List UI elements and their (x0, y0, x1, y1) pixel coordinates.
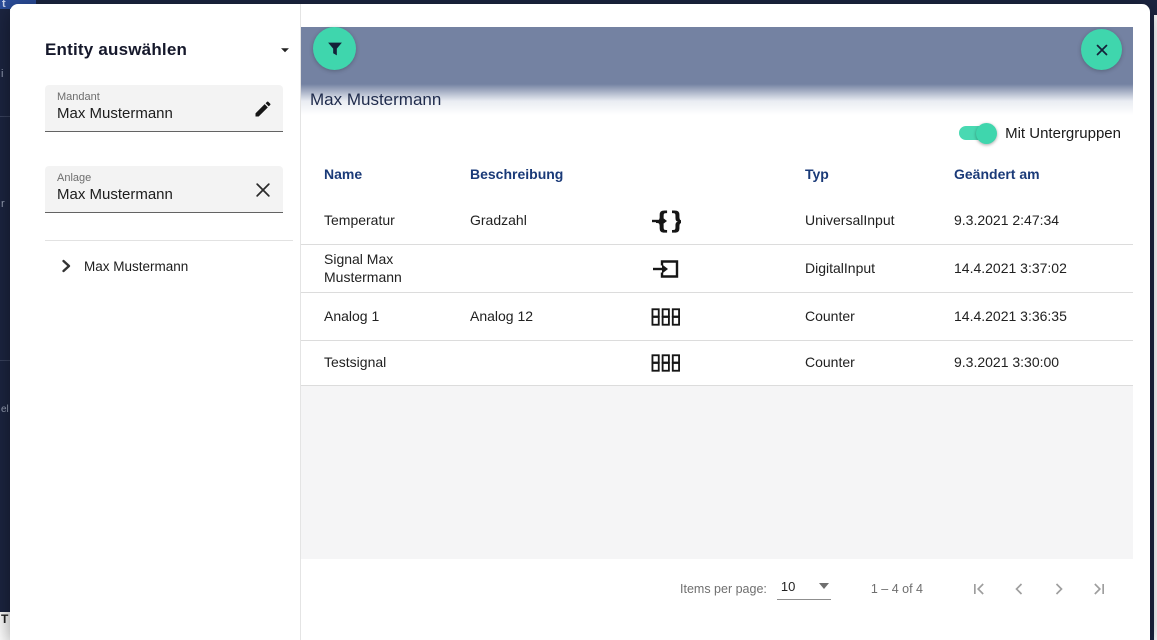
untergruppen-toggle-label: Mit Untergruppen (1005, 124, 1121, 142)
range-label: 1 – 4 of 4 (870, 582, 923, 596)
cell-name: Testsignal (324, 354, 387, 371)
backdrop-left-strip: i r el (0, 0, 10, 612)
cell-typ: Counter (805, 307, 855, 324)
close-icon (1096, 44, 1107, 55)
filter-button[interactable] (313, 27, 356, 70)
chevron-right-icon[interactable] (58, 258, 74, 274)
cell-name: Signal Max Mustermann (324, 251, 402, 285)
table-row[interactable]: Signal Max Mustermann DigitalInput 14.4.… (301, 245, 1133, 293)
cell-description: Gradzahl (470, 211, 527, 228)
column-header-geaendert-am: Geändert am (954, 166, 1040, 182)
cell-typ: Counter (805, 354, 855, 371)
cell-changed: 14.4.2021 3:36:35 (954, 307, 1067, 324)
collapse-caret-icon[interactable] (278, 43, 292, 57)
next-page-button[interactable] (1047, 577, 1071, 601)
column-header-typ: Typ (805, 166, 829, 182)
tree-item-max-mustermann[interactable]: Max Mustermann (58, 252, 288, 280)
first-page-icon (974, 583, 984, 595)
backdrop-divider (0, 360, 10, 361)
cell-changed: 14.4.2021 3:37:02 (954, 259, 1067, 276)
last-page-icon (1094, 583, 1104, 595)
counter-icon (651, 307, 680, 326)
subgroups-toggle-row: Mit Untergruppen (301, 115, 1133, 151)
cell-typ: DigitalInput (805, 259, 876, 276)
column-header-beschreibung: Beschreibung (470, 166, 564, 182)
mandant-field-label: Mandant (57, 91, 100, 103)
clear-icon[interactable] (253, 180, 273, 200)
table-row[interactable]: Temperatur Gradzahl { } UniversalInput 9… (301, 197, 1133, 245)
entity-picker-dialog: Entity auswählen Mandant Max Mustermann … (10, 4, 1150, 640)
cell-typ: UniversalInput (805, 211, 895, 228)
table-empty-area (301, 386, 1133, 559)
mandant-field[interactable]: Mandant Max Mustermann (45, 85, 283, 132)
edit-icon[interactable] (253, 99, 273, 119)
cell-name: Temperatur (324, 211, 395, 228)
backdrop-text-fragment: el (1, 404, 9, 415)
backdrop-text-fragment: i (1, 68, 4, 80)
backdrop-text-fragment: T (1, 612, 9, 626)
table-header-row: Name Beschreibung Typ Geändert am (301, 151, 1133, 197)
untergruppen-toggle[interactable] (959, 123, 998, 144)
table-row[interactable]: Analog 1 Analog 12 Counter 14.4.2021 3:3… (301, 293, 1133, 341)
svg-text:}: } (669, 208, 681, 234)
first-page-button[interactable] (967, 577, 991, 601)
paginator: Items per page: 10 1 – 4 of 4 (301, 559, 1133, 619)
signal-panel: Max Mustermann Mit Untergruppen Name Bes… (301, 4, 1150, 640)
backdrop-divider (0, 116, 10, 117)
mandant-field-value: Max Mustermann (57, 105, 173, 122)
backdrop-text-fragment: r (1, 198, 5, 210)
table-row[interactable]: Testsignal Counter 9.3.2021 3:30:00 (301, 341, 1133, 386)
screen: i r el t T Entity auswählen Mandant Max … (0, 0, 1157, 640)
panel-title: Max Mustermann (310, 90, 442, 109)
cell-name: Analog 1 (324, 307, 380, 324)
sidebar-title: Entity auswählen (45, 40, 188, 59)
funnel-icon (327, 42, 342, 55)
universal-input-icon: { } (652, 208, 681, 234)
counter-icon (651, 354, 680, 372)
panel-top-spacer (301, 4, 1150, 27)
paginator-nav (967, 577, 1111, 601)
sidebar-divider (45, 240, 293, 241)
page-size-value: 10 (780, 578, 796, 594)
digital-input-icon (653, 259, 679, 278)
panel-header-bar (301, 27, 1133, 84)
select-caret-icon (818, 583, 829, 589)
sidebar-header: Entity auswählen (45, 40, 292, 60)
previous-page-button[interactable] (1007, 577, 1031, 601)
cell-changed: 9.3.2021 2:47:34 (954, 211, 1060, 228)
tree-item-label: Max Mustermann (84, 258, 189, 274)
column-header-name: Name (324, 166, 363, 182)
anlage-field-value: Max Mustermann (57, 186, 173, 203)
close-button[interactable] (1081, 29, 1122, 70)
cell-description: Analog 12 (470, 307, 534, 324)
last-page-button[interactable] (1087, 577, 1111, 601)
items-per-page-label: Items per page: (680, 582, 767, 596)
backdrop-right-strip (1150, 0, 1154, 640)
cell-changed: 9.3.2021 3:30:00 (954, 354, 1060, 371)
anlage-field-label: Anlage (57, 172, 92, 184)
toggle-knob (976, 123, 998, 144)
page-size-select[interactable]: 10 (776, 578, 831, 600)
anlage-field[interactable]: Anlage Max Mustermann (45, 166, 283, 213)
chevron-left-icon (1015, 583, 1023, 595)
sidebar: Entity auswählen Mandant Max Mustermann … (10, 4, 301, 640)
chevron-right-icon (1055, 583, 1063, 595)
